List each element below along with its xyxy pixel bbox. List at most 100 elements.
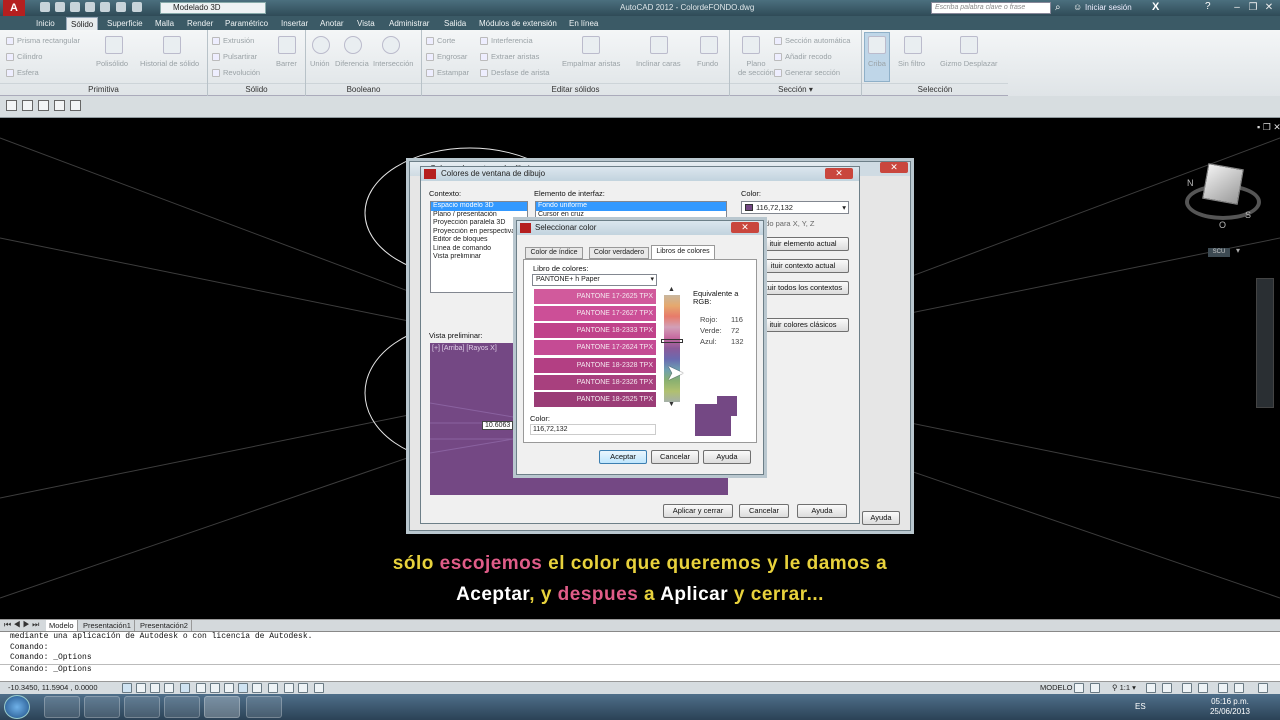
viewcube[interactable]: N S O: [1183, 158, 1263, 238]
polar-icon[interactable]: [164, 683, 174, 693]
tab-en-linea[interactable]: En línea: [565, 17, 602, 30]
select-help-button[interactable]: Ayuda: [703, 450, 751, 464]
tab-render[interactable]: Render: [183, 17, 217, 30]
close-window-button[interactable]: ✕: [1262, 1, 1276, 14]
tab-modelo[interactable]: Modelo: [46, 620, 78, 631]
empalmar-icon[interactable]: [582, 36, 600, 54]
view-tool-icon[interactable]: [6, 100, 17, 111]
pantone-swatch[interactable]: PANTONE 17-2625 TPX: [534, 289, 656, 304]
gizmo-icon[interactable]: [960, 36, 978, 54]
tab-nav-icon[interactable]: ⏮ ◀ ▶ ⏭: [4, 620, 39, 630]
select-color-input[interactable]: 116,72,132: [530, 424, 656, 435]
tab-vista[interactable]: Vista: [353, 17, 379, 30]
tab-administrar[interactable]: Administrar: [385, 17, 433, 30]
user-icon[interactable]: ☺: [1073, 2, 1082, 12]
lock-icon[interactable]: [1182, 683, 1192, 693]
view-tool-icon[interactable]: [54, 100, 65, 111]
app-taskbar-icon[interactable]: [164, 696, 200, 718]
tab-parametrico[interactable]: Paramétrico: [221, 17, 272, 30]
autocad-logo-icon[interactable]: A: [3, 0, 25, 16]
ortho-icon[interactable]: [150, 683, 160, 693]
tab-color-verdadero[interactable]: Color verdadero: [589, 247, 649, 259]
save-as-icon[interactable]: [85, 2, 95, 12]
minimize-button[interactable]: –: [1230, 1, 1244, 14]
command-window[interactable]: mediante una aplicación de Autodesk o co…: [0, 631, 1280, 681]
space-indicator[interactable]: MODELO: [1040, 683, 1073, 692]
fundo-icon[interactable]: [700, 36, 718, 54]
revolucion-button[interactable]: Revolución: [212, 68, 260, 78]
options-close-button[interactable]: ✕: [880, 162, 908, 173]
book-dropdown[interactable]: PANTONE+ h Paper ▾: [532, 274, 657, 286]
tab-salida[interactable]: Salida: [440, 17, 470, 30]
grid-icon[interactable]: [136, 683, 146, 693]
pantone-swatch[interactable]: PANTONE 17-2627 TPX: [534, 306, 656, 321]
tab-anotar[interactable]: Anotar: [316, 17, 348, 30]
prisma-button[interactable]: Prisma rectangular: [6, 36, 80, 46]
pantone-swatch[interactable]: PANTONE 18-2333 TPX: [534, 323, 656, 338]
seccion-automatica-button[interactable]: Sección automática: [774, 36, 850, 46]
ucs-label[interactable]: SCU: [1208, 248, 1230, 257]
app2-taskbar-icon[interactable]: [246, 696, 282, 718]
historial-icon[interactable]: [163, 36, 181, 54]
pan-icon[interactable]: [1090, 683, 1100, 693]
ucs-dropdown-icon[interactable]: ▾: [1236, 246, 1240, 255]
lwt-icon[interactable]: [252, 683, 262, 693]
save-icon[interactable]: [70, 2, 80, 12]
context-item[interactable]: Proyección paralela 3D: [431, 219, 527, 228]
apply-close-button[interactable]: Aplicar y cerrar: [663, 504, 733, 518]
language-indicator[interactable]: ES: [1135, 702, 1146, 711]
inclinar-icon[interactable]: [650, 36, 668, 54]
3dosnap-icon[interactable]: [196, 683, 206, 693]
annotation-icon[interactable]: [1146, 683, 1156, 693]
isolate-icon[interactable]: [1218, 683, 1228, 693]
command-input[interactable]: Comando: _Options: [0, 663, 1280, 675]
view-tool-icon[interactable]: [70, 100, 81, 111]
workspace-select[interactable]: Modelado 3D: [160, 2, 266, 14]
tab-color-indice[interactable]: Color de índice: [525, 247, 583, 259]
tab-presentacion2[interactable]: Presentación2: [137, 620, 192, 631]
sin-filtro-icon[interactable]: [904, 36, 922, 54]
context-list[interactable]: Espacio modelo 3D Plano / presentación P…: [430, 201, 528, 293]
context-item[interactable]: Plano / presentación: [431, 211, 527, 220]
colors-dialog-close[interactable]: ✕: [825, 168, 853, 179]
element-item[interactable]: Fondo uniforme: [536, 202, 726, 211]
restore-context-button[interactable]: ituir contexto actual: [757, 259, 849, 273]
esfera-button[interactable]: Esfera: [6, 68, 39, 78]
desfase-arista-button[interactable]: Desfase de arista: [480, 68, 549, 78]
context-item[interactable]: Línea de comando: [431, 245, 527, 254]
start-button[interactable]: [4, 695, 30, 719]
print-icon[interactable]: [100, 2, 110, 12]
settings-icon[interactable]: [1234, 683, 1244, 693]
extraer-aristas-button[interactable]: Extraer aristas: [480, 52, 539, 62]
restore-classic-button[interactable]: ituir colores clásicos: [757, 318, 849, 332]
context-item[interactable]: Proyección en perspectiva: [431, 228, 527, 237]
anadir-recodo-button[interactable]: Añadir recodo: [774, 52, 832, 62]
color-dropdown[interactable]: 116,72,132 ▾: [741, 201, 849, 214]
union-icon[interactable]: [312, 36, 330, 54]
pantone-swatch[interactable]: PANTONE 18-2328 TPX: [534, 358, 656, 373]
restore-all-button[interactable]: ituir todos los contextos: [757, 281, 849, 295]
pulsartirar-button[interactable]: Pulsartirar: [212, 52, 257, 62]
ducs-icon[interactable]: [224, 683, 234, 693]
context-item[interactable]: Editor de bloques: [431, 236, 527, 245]
colors-cancel-button[interactable]: Cancelar: [739, 504, 789, 518]
am-icon[interactable]: [314, 683, 324, 693]
tab-inicio[interactable]: Inicio: [32, 17, 59, 30]
restore-button[interactable]: ❐: [1246, 1, 1260, 14]
context-item[interactable]: Espacio modelo 3D: [431, 202, 527, 211]
diferencia-icon[interactable]: [344, 36, 362, 54]
media-player-taskbar-icon[interactable]: [84, 696, 120, 718]
pantone-swatch[interactable]: PANTONE 18-2525 TPX: [534, 392, 656, 407]
navigation-bar[interactable]: [1256, 278, 1274, 408]
grid-display-icon[interactable]: [1074, 683, 1084, 693]
tab-libros-colores[interactable]: Libros de colores: [651, 245, 715, 259]
colors-help-button[interactable]: Ayuda: [797, 504, 847, 518]
new-icon[interactable]: [40, 2, 50, 12]
strip-down-icon[interactable]: ▼: [668, 401, 675, 408]
cilindro-button[interactable]: Cilindro: [6, 52, 42, 62]
corte-button[interactable]: Corte: [426, 36, 455, 46]
element-item[interactable]: Cursor en cruz: [536, 211, 726, 220]
autocad-taskbar-icon[interactable]: [204, 696, 240, 718]
tab-modulos[interactable]: Módulos de extensión: [475, 17, 561, 30]
dyn-icon[interactable]: [238, 683, 248, 693]
